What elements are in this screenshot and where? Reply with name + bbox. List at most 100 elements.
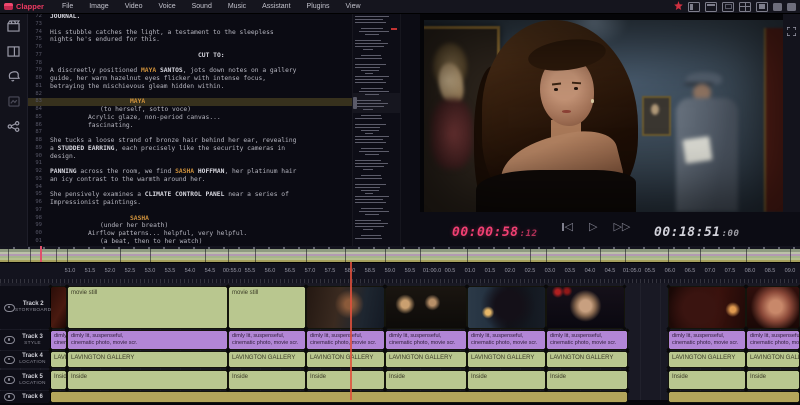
window-small-b-icon[interactable]: [787, 3, 796, 11]
timeline-cell-style[interactable]: dimly lit, suspenseful, cinematic photo,…: [50, 330, 67, 350]
timeline-cell-loc2[interactable]: Inside: [467, 370, 546, 390]
layout-save-icon[interactable]: [756, 2, 768, 12]
timeline-cell-loc1[interactable]: LAVINGTON GALLERY: [228, 351, 306, 368]
script-line[interactable]: 81betraying the mischievous gleam hidden…: [28, 83, 352, 91]
timeline-cell-loc1[interactable]: LAVINGTON GALLERY: [467, 351, 546, 368]
panel-layout-icon[interactable]: [6, 44, 21, 58]
script-line[interactable]: 87: [28, 129, 352, 137]
menu-item-sound[interactable]: Sound: [184, 3, 220, 10]
layout-top-icon[interactable]: [705, 2, 717, 12]
timeline-cell-loc2[interactable]: Inside: [546, 370, 628, 390]
script-line[interactable]: 77CUT TO:: [28, 52, 352, 60]
clip-handle[interactable]: [625, 400, 629, 404]
script-line[interactable]: 92PANNING across the room, we find SASHA…: [28, 168, 352, 176]
timeline-cell-loc2[interactable]: Inside: [746, 370, 800, 390]
timeline-cell-style[interactable]: dimly lit, suspenseful, cinematic photo,…: [746, 330, 800, 350]
timeline-cell-loc2[interactable]: Inside: [385, 370, 467, 390]
track-name[interactable]: Track 3: [15, 334, 50, 341]
script-line[interactable]: 91: [28, 160, 352, 168]
menu-item-view[interactable]: View: [338, 3, 369, 10]
script-line[interactable]: 94: [28, 184, 352, 192]
menu-item-plugins[interactable]: Plugins: [299, 3, 338, 10]
clip-handle[interactable]: [48, 400, 52, 404]
script-line[interactable]: 74His stubble catches the light, a testa…: [28, 29, 352, 37]
visibility-icon[interactable]: [4, 304, 15, 312]
script-line[interactable]: 80guide, her warm hazelnut eyes flicker …: [28, 75, 352, 83]
script-minimap[interactable]: [352, 13, 401, 246]
script-line[interactable]: 79A discreetly positioned MAYA SANTOS, j…: [28, 67, 352, 75]
playhead[interactable]: [350, 262, 352, 400]
timeline-minimap[interactable]: [0, 246, 800, 262]
layout-plain-icon[interactable]: [722, 2, 734, 12]
script-line[interactable]: 95She pensively examines a CLIMATE CONTR…: [28, 191, 352, 199]
clip-handle[interactable]: [666, 400, 670, 404]
timeline-cell-style[interactable]: dimly lit, suspenseful, cinematic photo,…: [306, 330, 385, 350]
layout-grid-icon[interactable]: [739, 2, 751, 12]
script-line[interactable]: 88She tucks a loose strand of bronze hai…: [28, 137, 352, 145]
script-line[interactable]: 98SASHA: [28, 215, 352, 223]
timeline-ruler[interactable]: 51.051.552.052.553.053.554.054.500:55.05…: [0, 262, 800, 285]
script-line[interactable]: 90design.: [28, 153, 352, 161]
skip-start-button[interactable]: ◁: [562, 220, 573, 234]
layout-left-icon[interactable]: [688, 2, 700, 12]
timeline-cell-loc2[interactable]: Inside: [306, 370, 385, 390]
script-line[interactable]: 75nights he's endured for this.: [28, 36, 352, 44]
timeline-cell-loc1[interactable]: LAVINGTON GALLERY: [668, 351, 746, 368]
script-editor[interactable]: 72JOURNAL.7374His stubble catches the li…: [28, 13, 352, 246]
timeline-cell-track6[interactable]: [668, 391, 800, 403]
timeline-cell-loc1[interactable]: LAVINGTON GALLERY: [546, 351, 628, 368]
visibility-icon[interactable]: [4, 356, 15, 364]
visibility-icon[interactable]: [4, 336, 15, 344]
timeline-cell-storyboard[interactable]: [306, 286, 385, 329]
timeline-cell-style[interactable]: dimly lit, suspenseful, cinematic photo,…: [668, 330, 746, 350]
node-graph-icon[interactable]: [6, 119, 21, 133]
screenplay-edit-icon[interactable]: [6, 19, 21, 33]
script-line[interactable]: 85Acrylic glaze, non-period canvas...: [28, 114, 352, 122]
timeline-cell-loc2[interactable]: Inside: [50, 370, 67, 390]
timeline-cell-loc2[interactable]: Inside: [668, 370, 746, 390]
assistant-bell-icon[interactable]: [6, 69, 21, 83]
timeline-cell-loc1[interactable]: LAVINGTON GALLERY: [306, 351, 385, 368]
timeline-cell-loc1[interactable]: LAVINGTON GALLERY: [746, 351, 800, 368]
frame-icon[interactable]: [6, 94, 21, 108]
timeline-cell-style[interactable]: dimly lit, suspenseful, cinematic photo,…: [385, 330, 467, 350]
visibility-icon[interactable]: [4, 376, 15, 384]
script-line[interactable]: 01(a beat, then to her watch): [28, 238, 352, 246]
timeline-cell-loc2[interactable]: Inside: [67, 370, 228, 390]
timeline-cell-storyboard[interactable]: [668, 286, 746, 329]
timeline-cell-storyboard[interactable]: [385, 286, 467, 329]
script-line[interactable]: 96Impressionist paintings.: [28, 199, 352, 207]
script-line[interactable]: 93an icy contrast to the warmth around h…: [28, 176, 352, 184]
fast-forward-button[interactable]: ▷▷: [613, 220, 630, 234]
play-button[interactable]: ▷: [589, 220, 597, 234]
timeline-cell-style[interactable]: dimly lit, suspenseful, cinematic photo,…: [228, 330, 306, 350]
fullscreen-icon[interactable]: [787, 23, 796, 32]
timeline-cell-style[interactable]: dimly lit, suspenseful, cinematic photo,…: [546, 330, 628, 350]
menu-item-image[interactable]: Image: [81, 3, 116, 10]
script-line[interactable]: 73: [28, 21, 352, 29]
script-line[interactable]: 86fascinating.: [28, 122, 352, 130]
window-small-a-icon[interactable]: [773, 3, 782, 11]
signal-red-icon[interactable]: [674, 0, 683, 16]
script-line[interactable]: 72JOURNAL.: [28, 13, 352, 21]
script-line[interactable]: 84(to herself, sotto voce): [28, 106, 352, 114]
app-logo[interactable]: Clapper: [4, 2, 44, 11]
timeline-cell-storyboard[interactable]: [746, 286, 800, 329]
menu-item-voice[interactable]: Voice: [150, 3, 183, 10]
menu-item-music[interactable]: Music: [220, 3, 254, 10]
timeline-cell-storyboard[interactable]: movie still: [228, 286, 306, 329]
timeline-cell-storyboard[interactable]: movie still: [67, 286, 228, 329]
script-line[interactable]: 99(under her breath): [28, 222, 352, 230]
menu-item-assistant[interactable]: Assistant: [254, 3, 298, 10]
timeline-cell-storyboard[interactable]: [467, 286, 546, 329]
timeline-cell-loc1[interactable]: LAVINGTON GALLERY: [385, 351, 467, 368]
script-line[interactable]: 78: [28, 60, 352, 68]
script-line[interactable]: 97: [28, 207, 352, 215]
timeline-cell-loc1[interactable]: LAVINGTON GALLERY: [67, 351, 228, 368]
script-line[interactable]: 82: [28, 91, 352, 99]
script-line[interactable]: 89a STUDDED EARRING, each precisely like…: [28, 145, 352, 153]
video-frame[interactable]: [424, 20, 783, 212]
script-line[interactable]: 76: [28, 44, 352, 52]
timeline-cell-style[interactable]: dimly lit, suspenseful, cinematic photo,…: [67, 330, 228, 350]
minimap-playhead[interactable]: [40, 246, 42, 262]
